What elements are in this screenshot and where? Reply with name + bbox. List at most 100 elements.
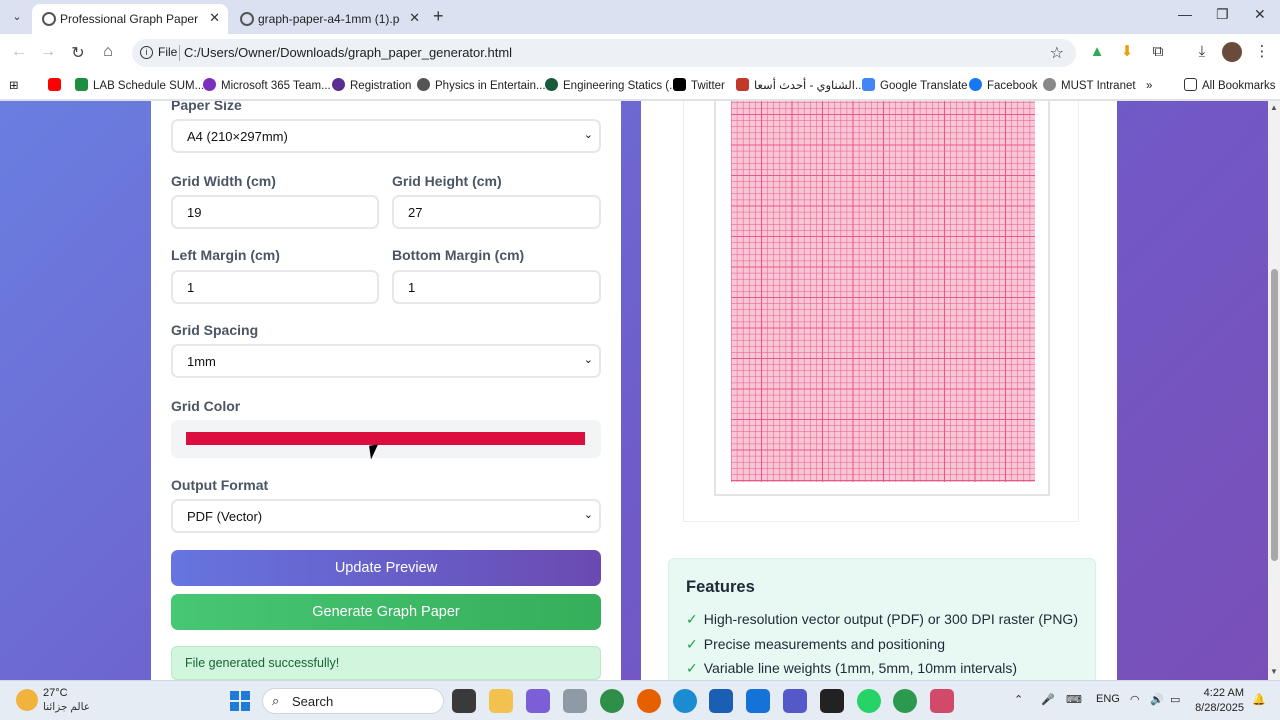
notification-icon[interactable]: 🔔 <box>1252 693 1266 706</box>
feature-item: ✓ High-resolution vector output (PDF) or … <box>686 611 1078 627</box>
minimize-icon[interactable]: — <box>1178 6 1192 22</box>
bottom-margin-input[interactable]: 1 <box>392 270 601 304</box>
tab-title: graph-paper-a4-1mm (1).pdf <box>258 12 400 26</box>
features-title: Features <box>686 578 755 596</box>
home-icon[interactable]: ⌂ <box>97 43 119 61</box>
extension-download-icon[interactable]: ⬇ <box>1117 42 1137 62</box>
tab-pdf[interactable]: graph-paper-a4-1mm (1).pdf ✕ <box>230 4 428 34</box>
settings-panel: Paper Size A4 (210×297mm) ⌄ Grid Width (… <box>151 101 621 680</box>
clock-date[interactable]: 8/28/2025 <box>1186 702 1244 714</box>
arrow-left-icon[interactable]: ← <box>8 43 30 61</box>
bottom-margin-label: Bottom Margin (cm) <box>392 247 525 263</box>
chrome-profile-icon[interactable] <box>893 689 917 713</box>
outlook-icon[interactable] <box>746 689 770 713</box>
volume-icon[interactable]: 🔊 <box>1150 693 1164 706</box>
language-indicator[interactable]: ENG <box>1096 693 1120 705</box>
app-icon[interactable] <box>563 689 587 713</box>
temperature[interactable]: 27°C <box>43 687 68 699</box>
battery-icon[interactable]: ▭ <box>1170 693 1180 706</box>
avatar[interactable] <box>1222 42 1242 62</box>
youtube-icon[interactable] <box>48 77 66 95</box>
check-icon: ✓ <box>686 636 698 652</box>
grid-color-label: Grid Color <box>171 398 241 414</box>
window-close-icon[interactable]: ✕ <box>1254 6 1266 23</box>
plus-icon[interactable]: + <box>433 6 444 27</box>
mouse-cursor <box>369 444 380 460</box>
bookmark-must-intranet[interactable]: MUST Intranet <box>1043 77 1136 95</box>
bookmark-registration[interactable]: Registration <box>332 77 411 95</box>
apps-grid-icon[interactable]: ⊞ <box>9 77 19 95</box>
globe-icon <box>42 12 56 26</box>
bookmark-microsoft-365[interactable]: Microsoft 365 Team... <box>203 77 331 95</box>
all-bookmarks-folder[interactable]: All Bookmarks <box>1184 77 1276 95</box>
divider <box>179 45 180 61</box>
info-icon[interactable]: i <box>140 46 153 59</box>
close-icon[interactable]: ✕ <box>209 10 220 26</box>
firefox-icon[interactable] <box>637 689 661 713</box>
page-scrollbar[interactable]: ▲ ▼ <box>1268 101 1280 680</box>
close-icon[interactable]: ✕ <box>409 10 420 26</box>
chrome-icon[interactable] <box>600 689 624 713</box>
scroll-up-icon[interactable]: ▲ <box>1270 103 1278 112</box>
scroll-down-icon[interactable]: ▼ <box>1270 667 1278 676</box>
chevron-double-right-icon[interactable]: » <box>1146 77 1152 95</box>
feature-item: ✓ Precise measurements and positioning <box>686 636 945 652</box>
snipping-tool-icon[interactable] <box>930 689 954 713</box>
grid-color-picker[interactable] <box>171 420 601 458</box>
task-view-icon[interactable] <box>452 689 476 713</box>
output-format-select[interactable]: PDF (Vector) ⌄ <box>171 499 601 533</box>
bookmark-engineering-statics[interactable]: Engineering Statics (... <box>545 77 679 95</box>
feature-item: ✓ Variable line weights (1mm, 5mm, 10mm i… <box>686 660 1018 676</box>
tab-graph-paper-generator[interactable]: Professional Graph Paper Gene ✕ <box>32 4 228 34</box>
extension-drive-icon[interactable]: ▲ <box>1087 42 1107 62</box>
bookmark-physics[interactable]: Physics in Entertain... <box>417 77 546 95</box>
paper-size-label: Paper Size <box>171 101 242 113</box>
chevron-down-icon: ⌄ <box>583 129 593 141</box>
keyboard-icon[interactable]: ⌨ <box>1066 693 1082 706</box>
url-text[interactable]: C:/Users/Owner/Downloads/graph_paper_gen… <box>184 45 512 60</box>
app-icon[interactable] <box>820 689 844 713</box>
bookmark-arabic-site[interactable]: الشناوي - أحدث أسعا... <box>736 77 865 95</box>
grid-width-input[interactable]: 19 <box>171 195 379 229</box>
update-preview-button[interactable]: Update Preview <box>171 550 601 586</box>
weather-icon[interactable] <box>16 689 38 711</box>
file-explorer-icon[interactable] <box>489 689 513 713</box>
restore-icon[interactable]: ❐ <box>1216 6 1229 23</box>
grid-spacing-label: Grid Spacing <box>171 322 259 338</box>
grid-height-input[interactable]: 27 <box>392 195 601 229</box>
chevron-down-icon: ⌄ <box>583 354 593 366</box>
taskbar-search[interactable]: ⌕ Search <box>262 688 444 714</box>
grid-spacing-select[interactable]: 1mm ⌄ <box>171 344 601 378</box>
copilot-icon[interactable] <box>526 689 550 713</box>
tab-title: Professional Graph Paper Gene <box>60 12 202 26</box>
paper-preview <box>714 101 1050 496</box>
microphone-icon[interactable]: 🎤 <box>1041 693 1055 706</box>
star-icon[interactable]: ☆ <box>1050 43 1064 63</box>
arrow-right-icon[interactable]: → <box>37 43 59 61</box>
edge-icon[interactable] <box>673 689 697 713</box>
puzzle-icon[interactable]: ⧉ <box>1148 42 1168 62</box>
tab-search-icon[interactable]: ⌄ <box>6 8 28 26</box>
generate-graph-paper-button[interactable]: Generate Graph Paper <box>171 594 601 630</box>
windows-start-icon[interactable] <box>230 691 250 711</box>
menu-kebab-icon[interactable]: ⋮ <box>1252 42 1272 62</box>
whatsapp-icon[interactable] <box>857 689 881 713</box>
clock-time[interactable]: 4:22 AM <box>1186 687 1244 699</box>
left-margin-input[interactable]: 1 <box>171 270 379 304</box>
teams-icon[interactable] <box>783 689 807 713</box>
bookmark-google-translate[interactable]: Google Translate <box>862 77 968 95</box>
bookmark-twitter[interactable]: Twitter <box>673 77 725 95</box>
address-bar[interactable]: i File C:/Users/Owner/Downloads/graph_pa… <box>132 39 1076 67</box>
download-icon[interactable]: ⤓ <box>1192 42 1212 62</box>
bookmark-lab-schedule[interactable]: LAB Schedule SUM... <box>75 77 204 95</box>
reload-icon[interactable]: ↻ <box>67 43 89 63</box>
scroll-thumb[interactable] <box>1271 269 1278 561</box>
store-icon[interactable] <box>709 689 733 713</box>
globe-icon <box>240 12 254 26</box>
bookmarks-bar: ⊞ LAB Schedule SUM... Microsoft 365 Team… <box>0 72 1280 100</box>
preview-panel: Features ✓ High-resolution vector output … <box>641 101 1117 680</box>
bookmark-facebook[interactable]: Facebook <box>969 77 1038 95</box>
wifi-icon[interactable]: ◠ <box>1130 693 1140 706</box>
paper-size-select[interactable]: A4 (210×297mm) ⌄ <box>171 119 601 153</box>
chevron-up-icon[interactable]: ⌃ <box>1014 693 1023 706</box>
